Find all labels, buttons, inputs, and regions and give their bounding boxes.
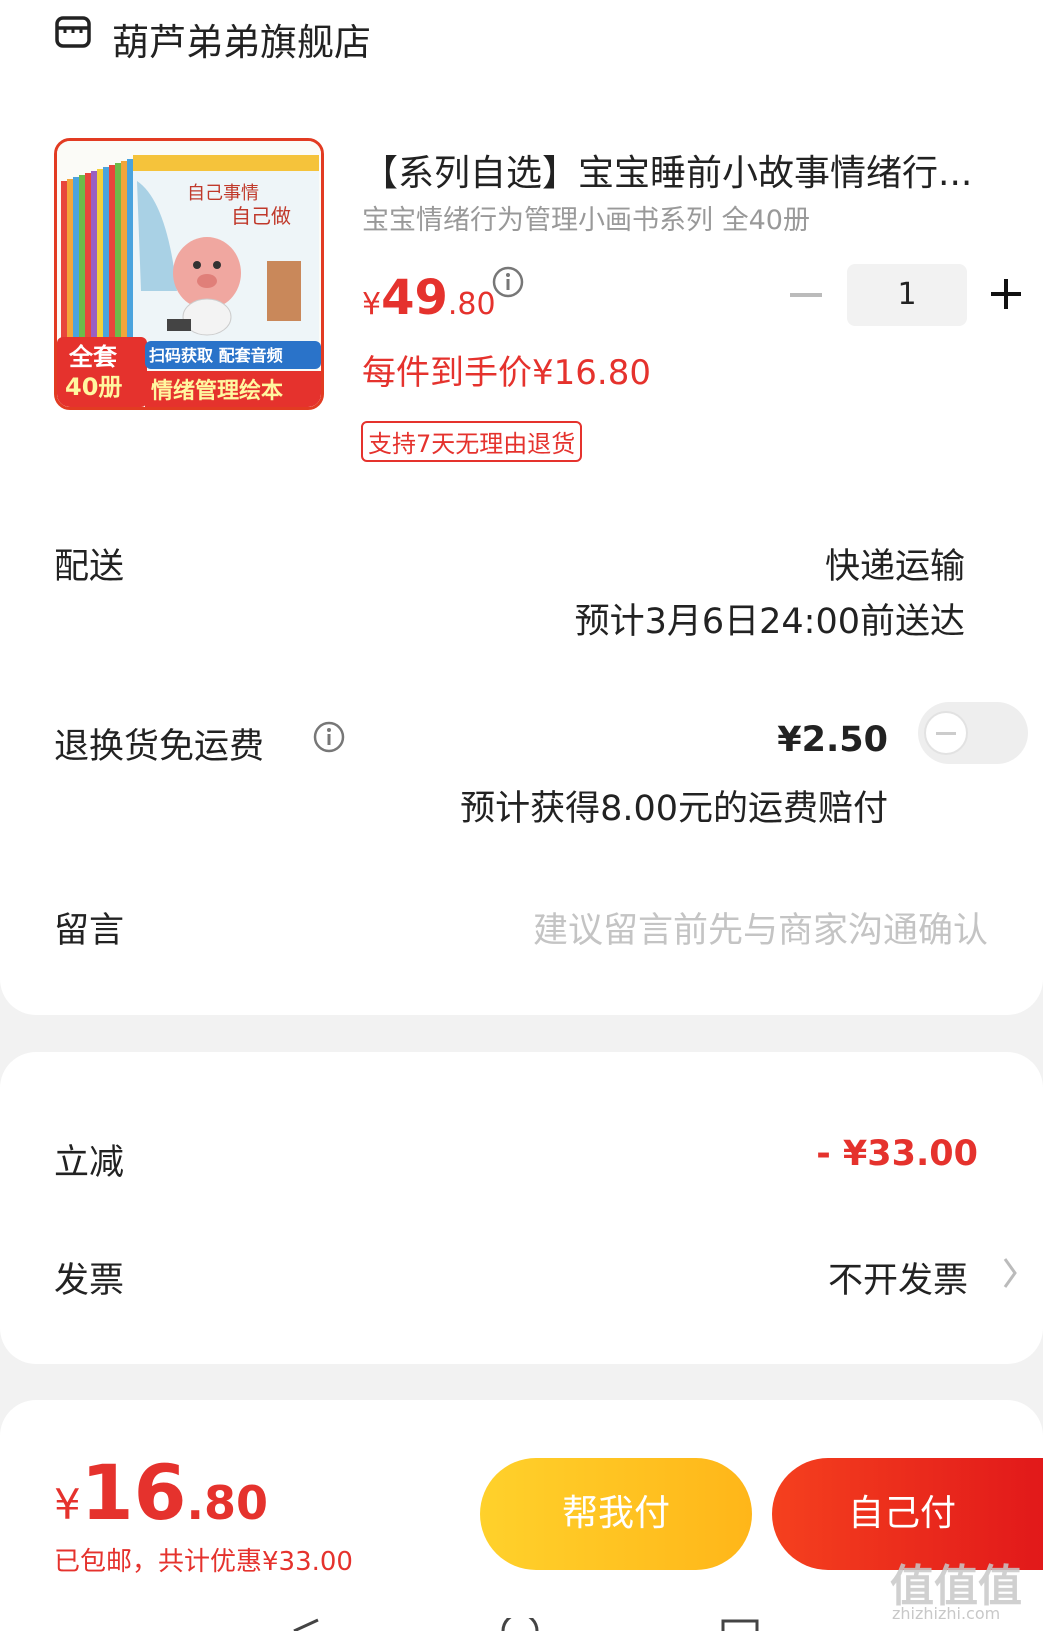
badge-line-1: 全套 — [68, 343, 118, 371]
price-integer: 49 — [381, 270, 448, 326]
price-decimal: .80 — [447, 287, 496, 322]
total-decimal: .80 — [186, 1476, 269, 1530]
help-pay-button[interactable]: 帮我付 — [480, 1458, 752, 1570]
badge-line-2: 40册 — [65, 373, 122, 401]
return-policy-tag: 支持7天无理由退货 — [361, 421, 583, 462]
book-title-text-1: 自己事情 — [187, 183, 259, 204]
delivery-method[interactable]: 快递运输 — [825, 538, 965, 589]
nav-recents-icon[interactable] — [720, 1618, 760, 1631]
book-spines — [61, 159, 133, 351]
discount-value: - ¥33.00 — [816, 1134, 978, 1174]
unit-price: 每件到手价¥16.80 — [362, 353, 651, 393]
nav-home-icon[interactable] — [500, 1618, 540, 1631]
return-shipping-toggle[interactable] — [918, 702, 1028, 764]
message-input[interactable]: 建议留言前先与商家沟通确认 — [533, 902, 988, 953]
message-label: 留言 — [54, 911, 125, 951]
quantity-input[interactable]: 1 — [847, 264, 967, 326]
delivery-label: 配送 — [54, 547, 125, 587]
product-spec[interactable]: 宝宝情绪行为管理小画书系列 全40册 — [362, 198, 810, 237]
product-title[interactable]: 【系列自选】宝宝睡前小故事情绪行... — [362, 144, 1022, 196]
audio-banner-text: 扫码获取 配套音频 — [149, 346, 283, 365]
toggle-knob — [924, 711, 968, 755]
delivery-eta: 预计3月6日24:00前送达 — [574, 602, 965, 642]
quantity-decrease-button[interactable] — [790, 293, 822, 297]
invoice-value[interactable]: 不开发票 — [828, 1252, 968, 1303]
total-currency: ¥ — [54, 1480, 81, 1529]
product-price: ¥49.80 — [362, 270, 496, 326]
pig-character — [173, 237, 241, 309]
chevron-right-icon[interactable] — [1003, 1255, 1017, 1291]
return-shipping-price: ¥2.50 — [777, 720, 888, 760]
price-currency: ¥ — [362, 287, 382, 322]
store-icon — [55, 16, 91, 48]
quantity-increase-button[interactable] — [989, 277, 1023, 311]
total-integer: 16 — [80, 1448, 187, 1537]
nav-back-icon[interactable] — [290, 1618, 320, 1631]
total-price: ¥16.80 — [54, 1448, 268, 1537]
return-shipping-info-icon[interactable] — [312, 720, 346, 754]
return-shipping-label: 退换货免运费 — [54, 727, 265, 767]
discount-card — [0, 1052, 1043, 1364]
invoice-label: 发票 — [54, 1261, 125, 1301]
watermark-url: zhizhizhi.com — [892, 1604, 1001, 1623]
book-cover-illustration: 自己事情 自己做 全套 40册 扫码获取 配套音频 情绪管理绘本 — [57, 141, 321, 407]
product-image[interactable]: 自己事情 自己做 全套 40册 扫码获取 配套音频 情绪管理绘本 — [54, 138, 324, 410]
book-title-text-2: 自己做 — [231, 204, 291, 228]
series-banner-text: 情绪管理绘本 — [151, 378, 283, 404]
total-discount-note: 已包邮，共计优惠¥33.00 — [54, 1547, 353, 1577]
price-info-icon[interactable] — [491, 265, 525, 299]
discount-label: 立减 — [54, 1143, 125, 1183]
return-shipping-note: 预计获得8.00元的运费赔付 — [460, 789, 888, 829]
shop-name[interactable]: 葫芦弟弟旗舰店 — [112, 12, 371, 66]
